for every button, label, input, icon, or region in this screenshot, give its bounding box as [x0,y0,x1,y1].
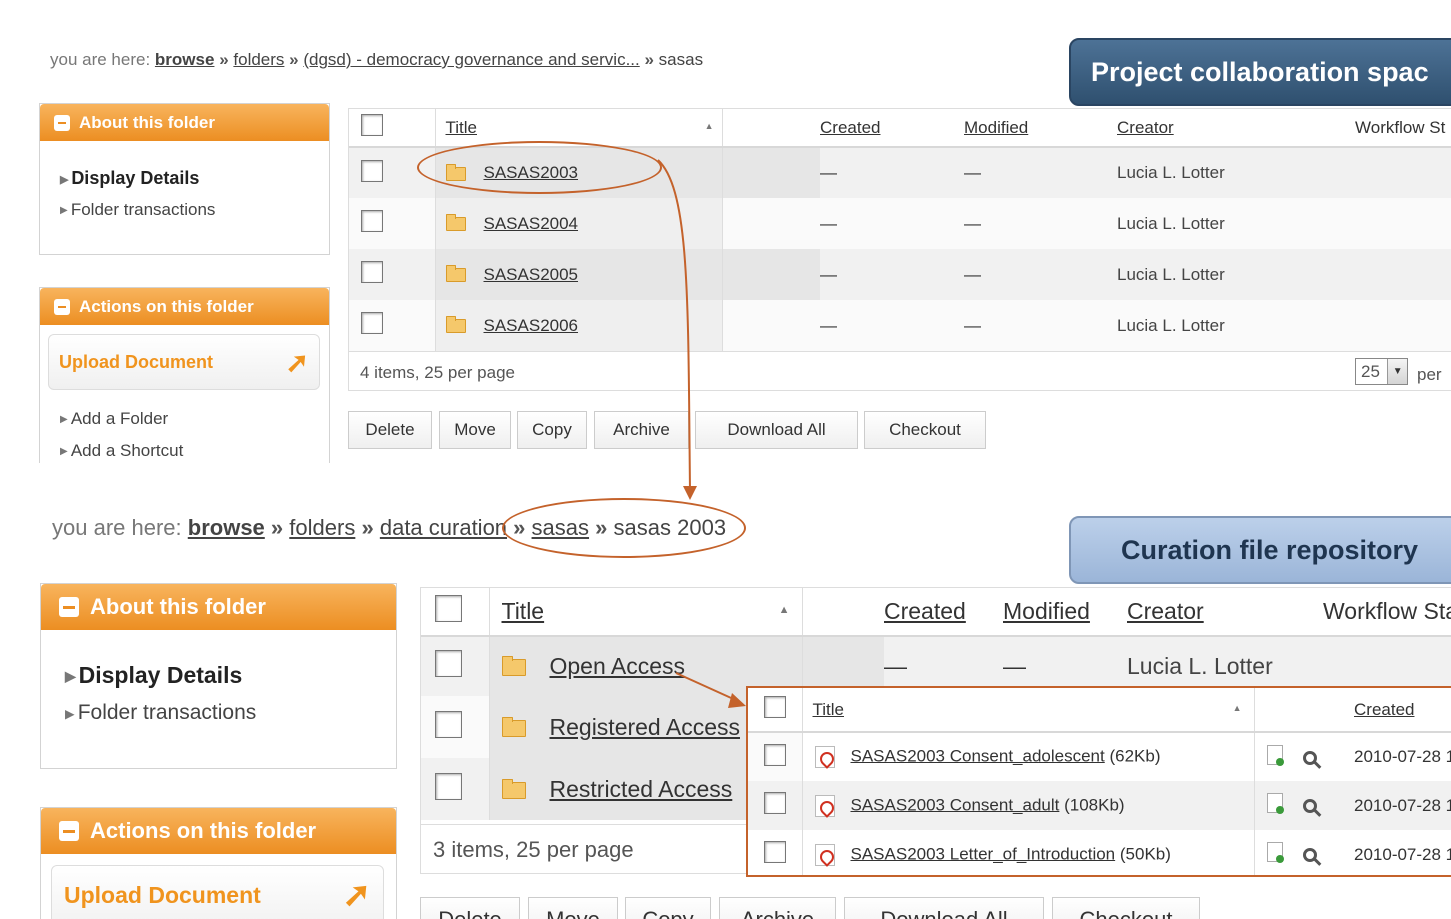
screenshot-composite: you are here: browse » folders » (dgsd) … [0,0,1451,919]
link-arrow-line [657,159,691,493]
annotation-arrows [657,159,746,708]
open-access-arrow-line [675,672,741,703]
link-arrowhead [683,486,697,500]
open-access-arrowhead [728,693,746,708]
